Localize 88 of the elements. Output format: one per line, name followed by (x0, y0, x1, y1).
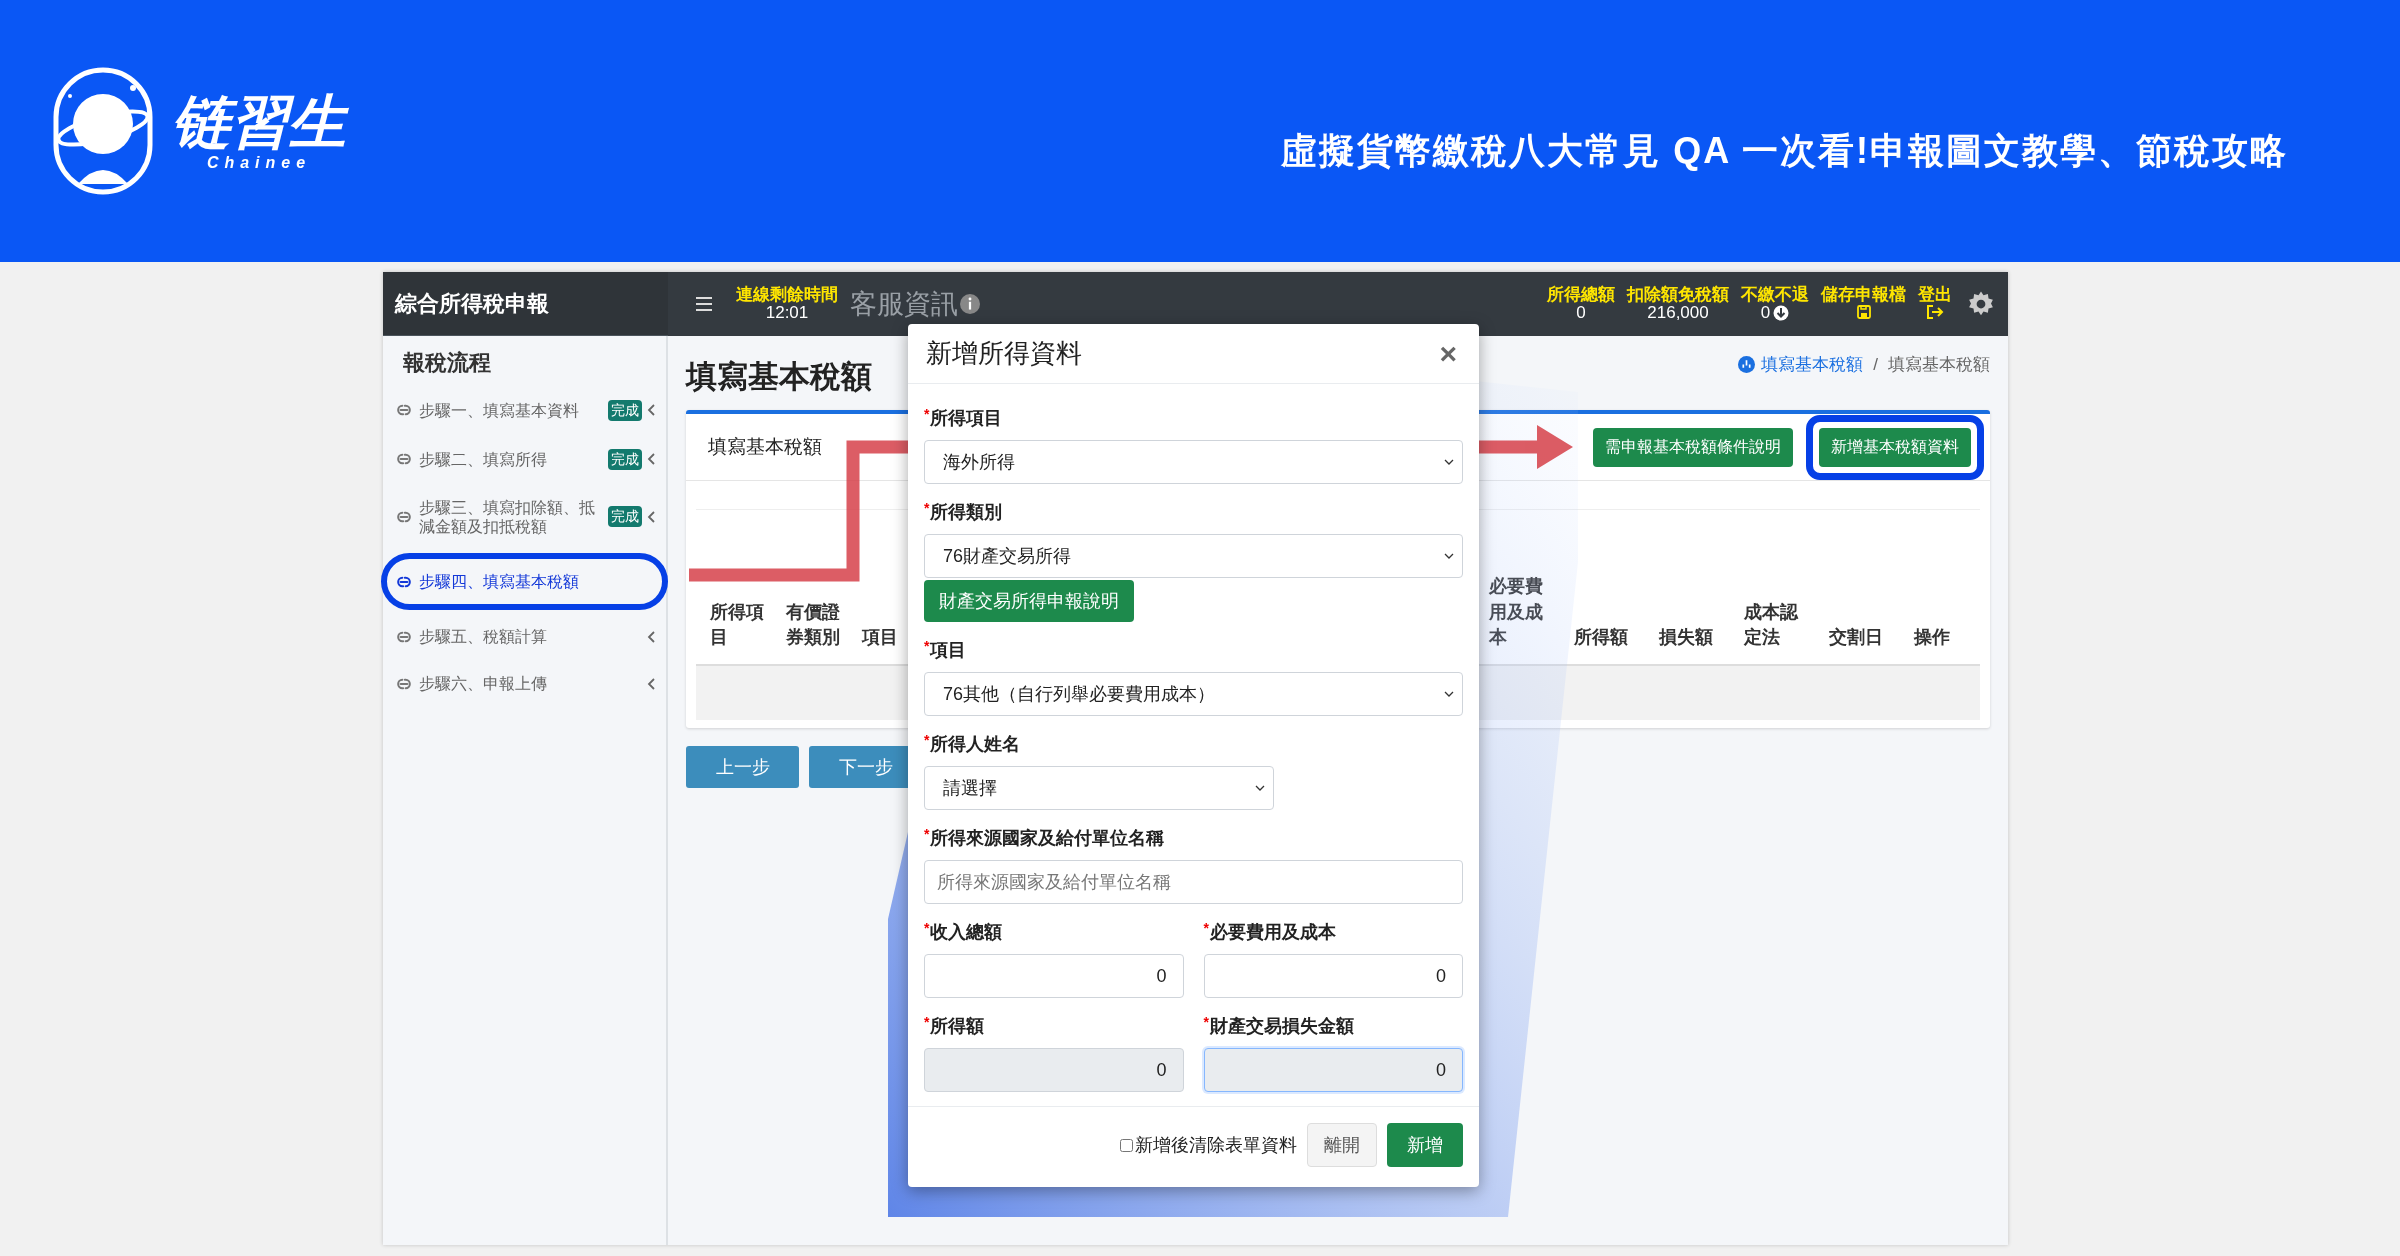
breadcrumb-link[interactable]: 填寫基本稅額 (1761, 353, 1864, 376)
sidebar-item[interactable]: 步驟四、填寫基本稅額 (386, 557, 663, 606)
stat-label: 不繳不退 (1741, 286, 1809, 304)
page-title: 填寫基本稅額 (686, 358, 872, 396)
required-mark: * (1203, 1014, 1209, 1030)
stat-label: 所得總額 (1547, 286, 1615, 304)
field-label: 必要費用及成本 (1209, 921, 1336, 944)
link-icon (394, 629, 414, 644)
column-header: 交割日 (1829, 625, 1884, 649)
save-icon[interactable] (1855, 304, 1872, 320)
breadcrumb-current: 填寫基本稅額 (1888, 354, 1990, 376)
number-field[interactable]: 0 (924, 954, 1184, 998)
link-icon (394, 676, 414, 691)
info-icon (960, 294, 980, 314)
field-label: 所得來源國家及給付單位名稱 (930, 827, 1165, 850)
link-icon (394, 403, 414, 418)
breadcrumb-separator: / (1873, 354, 1878, 375)
app-brand: 綜合所得稅申報 (383, 272, 668, 336)
required-mark: * (924, 732, 930, 748)
required-mark: * (924, 406, 930, 422)
support-link[interactable]: 客服資訊 (850, 286, 958, 322)
field-label: 所得項目 (930, 407, 1003, 430)
step-button[interactable]: 上一步 (686, 746, 799, 788)
checkbox[interactable] (1120, 1138, 1133, 1152)
column-header: 損失額 (1659, 625, 1714, 649)
required-mark: * (1203, 920, 1209, 936)
stat-label: 扣除額免稅額 (1627, 286, 1729, 304)
help-button[interactable]: 財產交易所得申報說明 (924, 580, 1134, 622)
banner-title: 虛擬貨幣繳稅八大常見 QA 一次看!申報圖文教學、節稅攻略 (1281, 128, 2288, 173)
required-mark: * (924, 920, 930, 936)
close-button[interactable]: × (1435, 338, 1461, 369)
stat-value: 0 (1576, 304, 1586, 322)
field-label: 財產交易損失金額 (1209, 1015, 1354, 1038)
number-field[interactable]: 0 (1203, 954, 1463, 998)
link-icon (394, 509, 414, 524)
gauge-icon (1738, 356, 1756, 373)
timer-label: 連線剩餘時間 (736, 286, 838, 304)
chevron-left-icon (647, 510, 655, 523)
field-label: 收入總額 (930, 921, 1003, 944)
required-mark: * (924, 638, 930, 654)
sidebar-item[interactable]: 步驟六、申報上傳 (386, 660, 663, 708)
logout-icon[interactable] (1926, 304, 1944, 320)
field-label: 所得人姓名 (930, 733, 1021, 756)
leave-button[interactable]: 離開 (1307, 1123, 1377, 1167)
number-field[interactable]: 0 (1203, 1048, 1463, 1092)
modal-title: 新增所得資料 (926, 337, 1082, 370)
required-mark: * (924, 826, 930, 842)
sidebar-item[interactable]: 步驟二、填寫所得 完成 (386, 434, 663, 484)
download-circle-icon (1773, 304, 1790, 321)
text-field[interactable]: 所得來源國家及給付單位名稱 (924, 860, 1463, 904)
chevron-left-icon (647, 404, 655, 417)
chevron-left-icon (647, 453, 655, 466)
stat-label[interactable]: 登出 (1918, 286, 1952, 304)
sidebar-item[interactable]: 步驟一、填寫基本資料 完成 (386, 386, 663, 435)
add-button[interactable]: 新增 (1387, 1123, 1463, 1167)
column-header: 操作 (1914, 625, 1951, 649)
stat-value: 216,000 (1647, 304, 1709, 322)
timer-value: 12:01 (765, 304, 809, 322)
chevron-left-icon (647, 677, 655, 690)
column-header: 項目 (862, 625, 899, 649)
select-field[interactable]: 76其他（自行列舉必要費用成本） (924, 672, 1463, 716)
column-header: 有價證券類別 (786, 600, 841, 649)
sidebar-title: 報稅流程 (402, 349, 492, 377)
number-field[interactable]: 0 (924, 1048, 1184, 1092)
status-badge: 完成 (608, 506, 642, 528)
required-mark: * (924, 1014, 930, 1030)
stat-value: 0 (1760, 304, 1771, 322)
stat-label[interactable]: 儲存申報檔 (1821, 286, 1906, 304)
chevron-left-icon (647, 630, 655, 643)
action-button[interactable]: 需申報基本稅額條件說明 (1593, 427, 1793, 467)
menu-icon[interactable] (696, 297, 712, 311)
status-badge: 完成 (608, 448, 642, 470)
column-header: 成本認定法 (1744, 600, 1800, 649)
link-icon (394, 574, 414, 589)
select-field[interactable]: 請選擇 (924, 766, 1274, 810)
checkbox-label[interactable]: 新增後清除表單資料 (1135, 1133, 1297, 1157)
column-header: 必要費用及成本 (1489, 575, 1544, 649)
chevron-down-icon (1255, 785, 1265, 791)
chevron-down-icon (1444, 691, 1454, 697)
logo-tagline: Chainee (206, 153, 312, 172)
column-header: 所得額 (1574, 625, 1629, 649)
status-badge: 完成 (608, 400, 642, 421)
column-header: 所得項目 (710, 600, 765, 649)
link-icon (394, 452, 414, 467)
sidebar-item[interactable]: 步驟五、稅額計算 (386, 613, 663, 661)
field-label: 項目 (930, 639, 967, 662)
action-button[interactable]: 新增基本稅額資料 (1819, 427, 1971, 467)
field-label: 所得額 (930, 1015, 985, 1038)
